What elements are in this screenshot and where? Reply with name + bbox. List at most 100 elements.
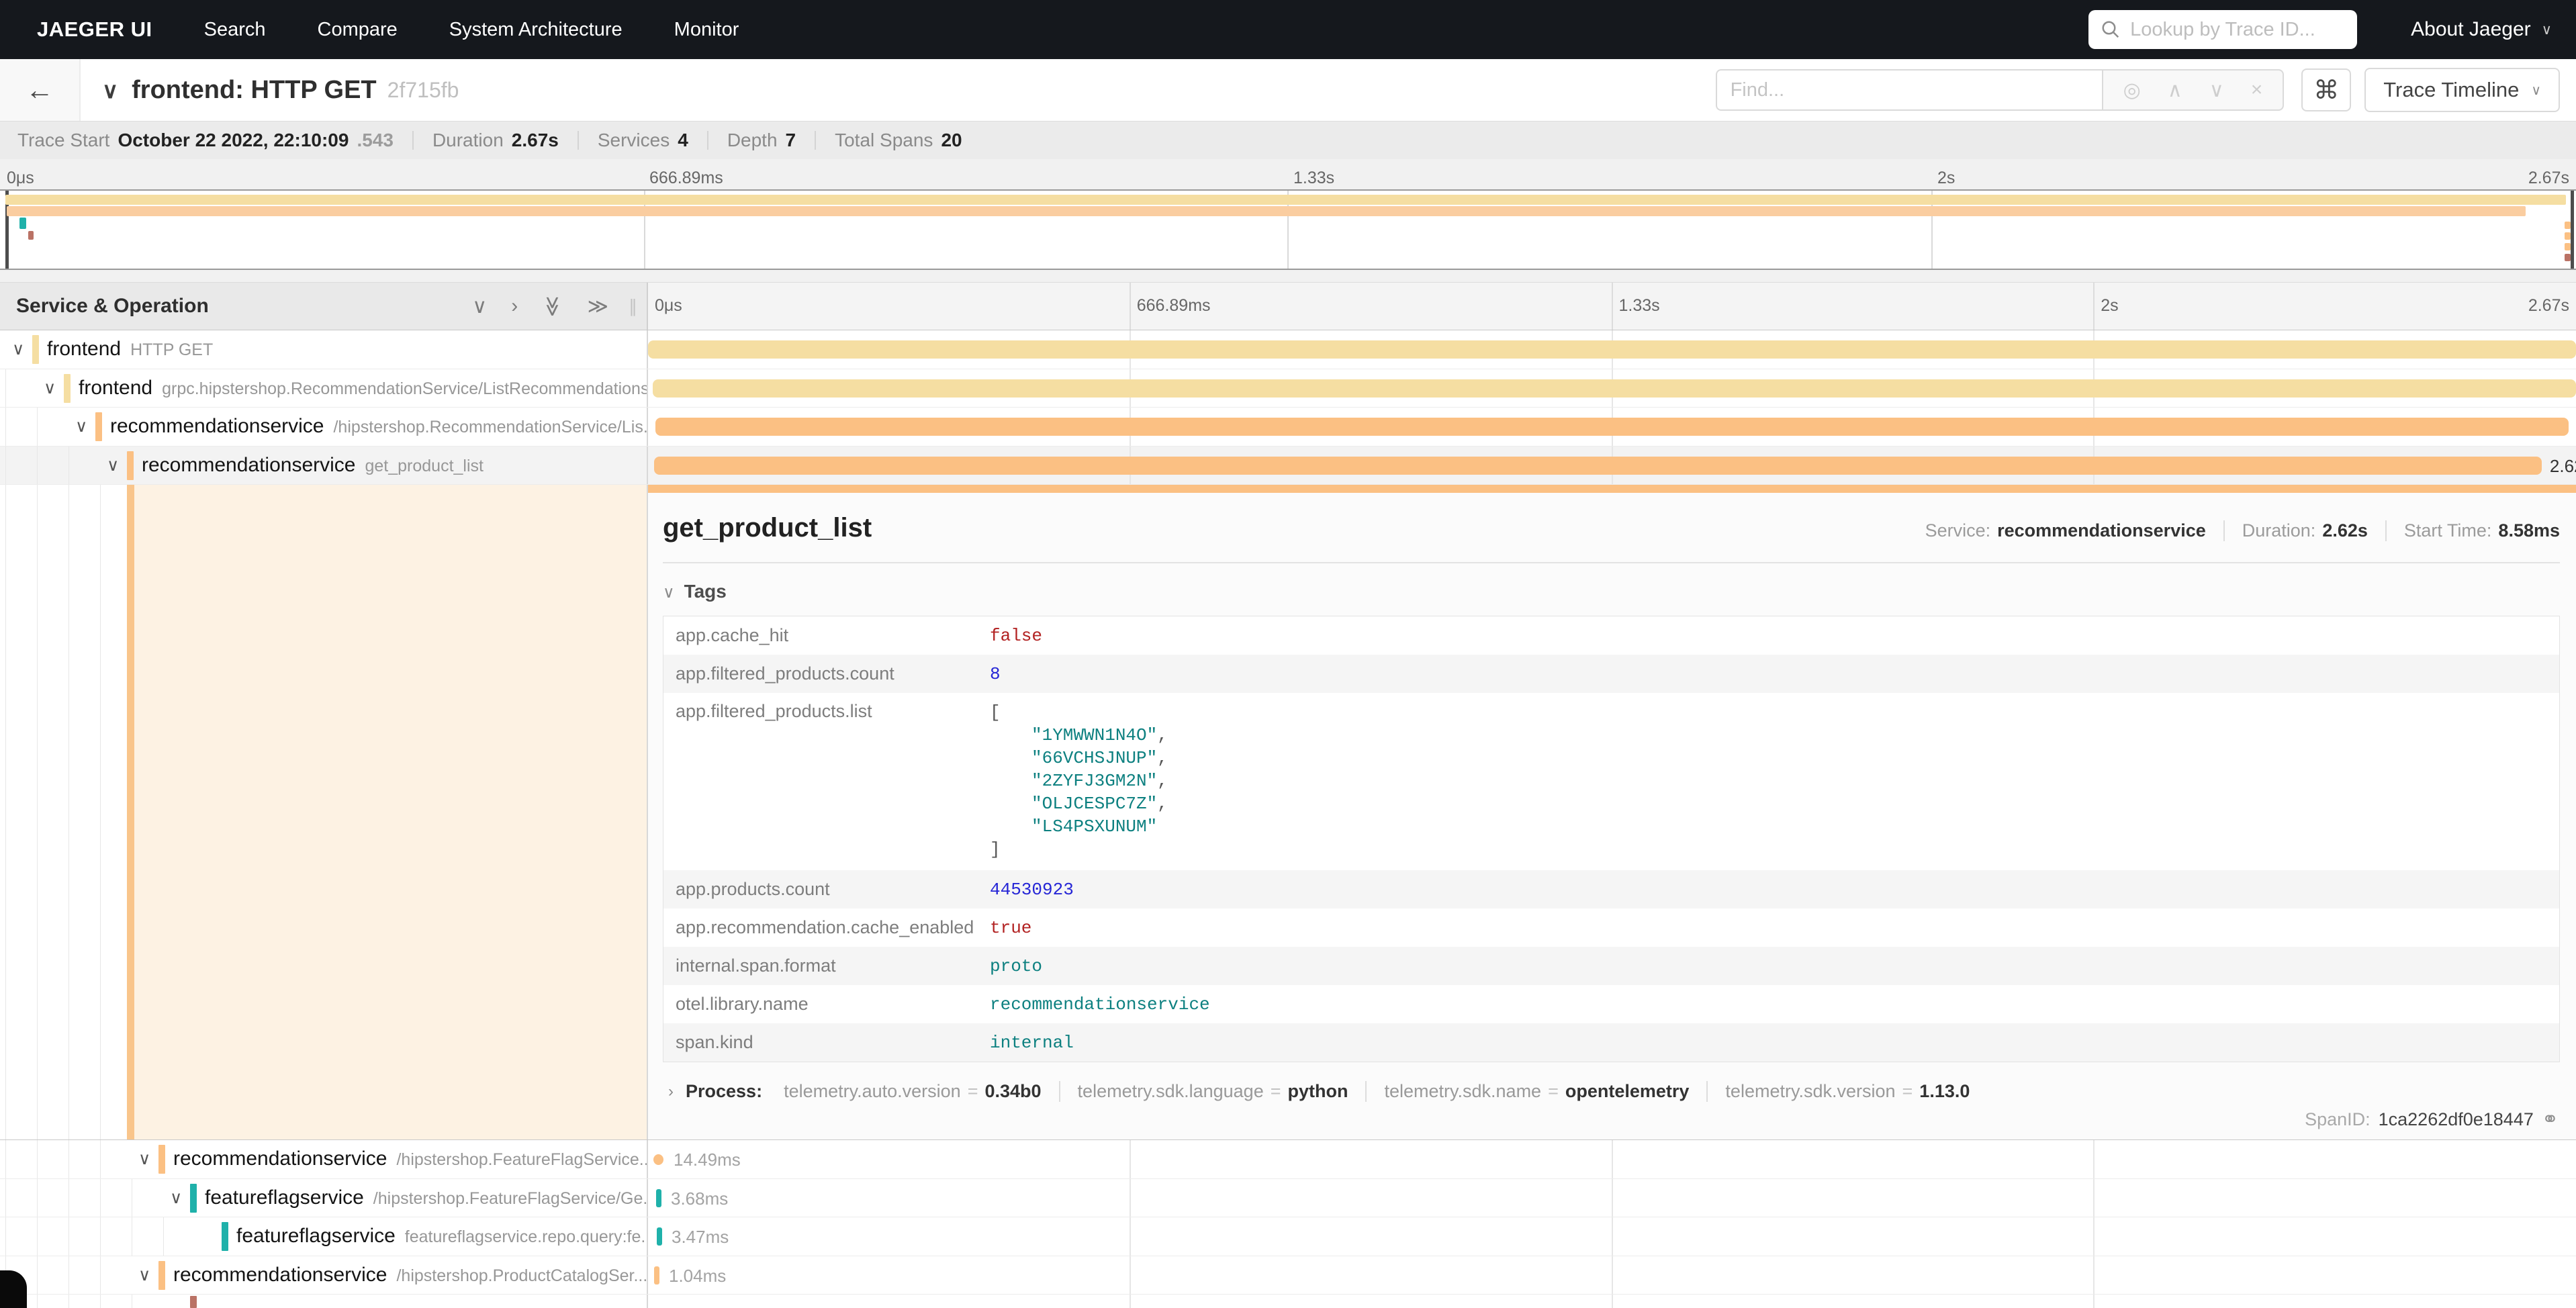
minimap-canvas[interactable] <box>0 189 2576 270</box>
span-row-featureflagservice[interactable]: ∨ featureflagservice/hipstershop.FeatureF… <box>0 1179 2576 1218</box>
top-nav-bar: JAEGER UI Search Compare System Architec… <box>0 0 2576 59</box>
span-duration-bar[interactable] <box>653 379 2576 398</box>
back-button[interactable]: ← <box>0 59 81 121</box>
span-duration-bar[interactable] <box>653 1154 663 1165</box>
span-color-stripe <box>127 485 134 1139</box>
app-logo[interactable]: JAEGER UI <box>37 17 152 42</box>
span-row-name-cell[interactable]: ∨recommendationservice/hipstershop.Produ… <box>0 1256 648 1295</box>
nav-link-search[interactable]: Search <box>204 19 266 41</box>
list-item: "OLJCESPC7Z", <box>990 792 1168 815</box>
row-collapse-chevron-icon[interactable]: ∨ <box>75 416 87 436</box>
span-timeline-cell[interactable]: 14.49ms <box>648 1140 2576 1178</box>
list-close-bracket: ] <box>990 838 1168 861</box>
span-duration-label: 1.04ms <box>669 1266 726 1287</box>
expand-one-icon[interactable]: › <box>511 295 518 318</box>
span-timeline-cell[interactable] <box>648 408 2576 446</box>
list-item-string: "OLJCESPC7Z" <box>1031 794 1157 814</box>
summary-total-spans: Total Spans 20 <box>815 131 980 150</box>
row-collapse-chevron-icon[interactable]: ∨ <box>12 339 24 359</box>
span-duration-bar[interactable] <box>656 1189 661 1207</box>
list-item-string: "LS4PSXUNUM" <box>1031 816 1157 837</box>
span-duration-bar[interactable] <box>655 418 2568 436</box>
span-timeline-cell[interactable]: 3.68ms <box>648 1179 2576 1217</box>
view-selector-button[interactable]: Trace Timeline ∨ <box>2364 68 2560 112</box>
trace-start-value: October 22 2022, 22:10:09 <box>118 131 349 150</box>
collapse-one-icon[interactable]: ∨ <box>472 295 487 318</box>
span-duration-bar[interactable] <box>654 457 2542 475</box>
span-row-frontend[interactable]: ∨frontendHTTP GET <box>0 330 2576 369</box>
span-duration-bar[interactable] <box>654 1266 659 1284</box>
about-jaeger-menu[interactable]: About Jaeger ∨ <box>2411 18 2552 41</box>
find-box[interactable] <box>1716 69 2102 111</box>
span-row-recommendationservice[interactable]: ∨recommendationserviceget_product_list2.… <box>0 447 2576 485</box>
trace-collapse-toggle-icon[interactable]: ∨ <box>102 77 118 103</box>
nav-link-system-architecture[interactable]: System Architecture <box>449 19 623 41</box>
span-timeline-cell[interactable] <box>648 330 2576 369</box>
span-row-name-cell[interactable]: ∨frontendgrpc.hipstershop.Recommendation… <box>0 369 648 408</box>
tag-row-internal.span.format: internal.span.formatproto <box>663 947 2559 985</box>
span-row-recommendationservice[interactable]: ∨ recommendationservice/hipstershop.Featu… <box>0 1140 2576 1179</box>
find-next-icon[interactable]: ∨ <box>2209 79 2224 102</box>
span-row-labels: recommendationservice/hipstershop.Featur… <box>173 1148 648 1170</box>
service-color-bar <box>158 1261 165 1290</box>
span-row-name-cell[interactable]: ∨ featureflagservice/hipstershop.FeatureF… <box>0 1179 648 1217</box>
link-icon[interactable]: ⚭ <box>2542 1108 2559 1131</box>
row-collapse-chevron-icon[interactable]: ∨ <box>138 1265 150 1285</box>
minimap-span-mark <box>2565 254 2571 261</box>
find-prev-icon[interactable]: ∧ <box>2168 79 2182 102</box>
tag-key: span.kind <box>663 1032 990 1053</box>
trace-id-lookup-input[interactable] <box>2130 19 2345 41</box>
minimap-span-mark <box>7 206 2526 216</box>
span-row-name-cell[interactable]: ∨recommendationservice/hipstershop.Recom… <box>0 408 648 446</box>
span-row-name-cell[interactable]: featureflagservicefeatureflagservice.rep… <box>0 1217 648 1256</box>
trace-header: ← ∨ frontend: HTTP GET 2f715fb ◎ ∧ ∨ × ⌘… <box>0 59 2576 121</box>
tags-section-toggle[interactable]: ∨Tags <box>663 581 2560 602</box>
minimap-right-scrubber[interactable] <box>2571 191 2574 269</box>
span-timeline-cell[interactable]: 1.04ms <box>648 1256 2576 1295</box>
row-collapse-chevron-icon[interactable]: ∨ <box>138 1149 150 1169</box>
span-timeline-cell[interactable] <box>648 369 2576 408</box>
operation-name: get_product_list <box>365 457 484 476</box>
nav-link-compare[interactable]: Compare <box>318 19 398 41</box>
nav-link-monitor[interactable]: Monitor <box>674 19 739 41</box>
span-row-recommendationservice[interactable]: ∨recommendationservice/hipstershop.Recom… <box>0 408 2576 447</box>
column-resize-handle[interactable]: ∥ <box>629 296 637 317</box>
find-clear-icon[interactable]: × <box>2251 79 2263 101</box>
expand-all-icon[interactable]: ≫ <box>588 295 608 318</box>
span-row-name-cell[interactable]: ∨ recommendationservice/hipstershop.Featu… <box>0 1140 648 1178</box>
span-row-labels: featureflagservice/hipstershop.FeatureFl… <box>205 1186 648 1209</box>
indent-guide <box>37 1295 38 1308</box>
row-collapse-chevron-icon[interactable]: ∨ <box>44 378 56 398</box>
span-timeline-cell[interactable]: 2.62s <box>648 447 2576 485</box>
keyboard-shortcuts-button[interactable]: ⌘ <box>2301 68 2351 111</box>
span-timeline-cell[interactable]: 3.47ms <box>648 1217 2576 1256</box>
row-collapse-chevron-icon[interactable]: ∨ <box>107 455 119 475</box>
span-indent-band <box>134 485 647 1139</box>
span-detail-row: get_product_list Service:recommendations… <box>0 485 2576 1140</box>
view-selector-label: Trace Timeline <box>2383 78 2519 102</box>
find-input[interactable] <box>1731 79 2088 101</box>
list-item: "LS4PSXUNUM" <box>990 815 1168 838</box>
tag-row-app.cache_hit: app.cache_hitfalse <box>663 616 2559 655</box>
list-item-string: "2ZYFJ3GM2N" <box>1031 771 1157 791</box>
span-row-frontend[interactable]: ∨frontendgrpc.hipstershop.Recommendation… <box>0 369 2576 408</box>
list-open-bracket: [ <box>990 701 1168 724</box>
span-row-partial[interactable] <box>0 1295 2576 1308</box>
indent-guide <box>100 485 101 1139</box>
span-row-name-cell[interactable]: ∨frontendHTTP GET <box>0 330 648 369</box>
tag-row-app.recommendation.cache_enabled: app.recommendation.cache_enabledtrue <box>663 908 2559 947</box>
tag-value: 8 <box>990 663 1001 686</box>
indent-guide <box>37 408 38 446</box>
detail-meta-service: Service:recommendationservice <box>1908 520 2206 541</box>
row-collapse-chevron-icon[interactable]: ∨ <box>170 1188 182 1208</box>
span-duration-bar[interactable] <box>648 340 2576 359</box>
indent-guide <box>68 485 69 1139</box>
span-duration-bar[interactable] <box>657 1227 662 1246</box>
collapse-all-icon[interactable]: ≫ <box>541 295 564 316</box>
span-row-recommendationservice[interactable]: ∨recommendationservice/hipstershop.Produ… <box>0 1256 2576 1295</box>
span-row-name-cell[interactable]: ∨recommendationserviceget_product_list <box>0 447 648 485</box>
trace-id-lookup-box[interactable] <box>2088 10 2357 49</box>
span-row-featureflagservice[interactable]: featureflagservicefeatureflagservice.rep… <box>0 1217 2576 1256</box>
match-scope-icon[interactable]: ◎ <box>2123 79 2141 102</box>
process-section-toggle[interactable]: › Process: telemetry.auto.version=0.34b0… <box>663 1081 2560 1102</box>
